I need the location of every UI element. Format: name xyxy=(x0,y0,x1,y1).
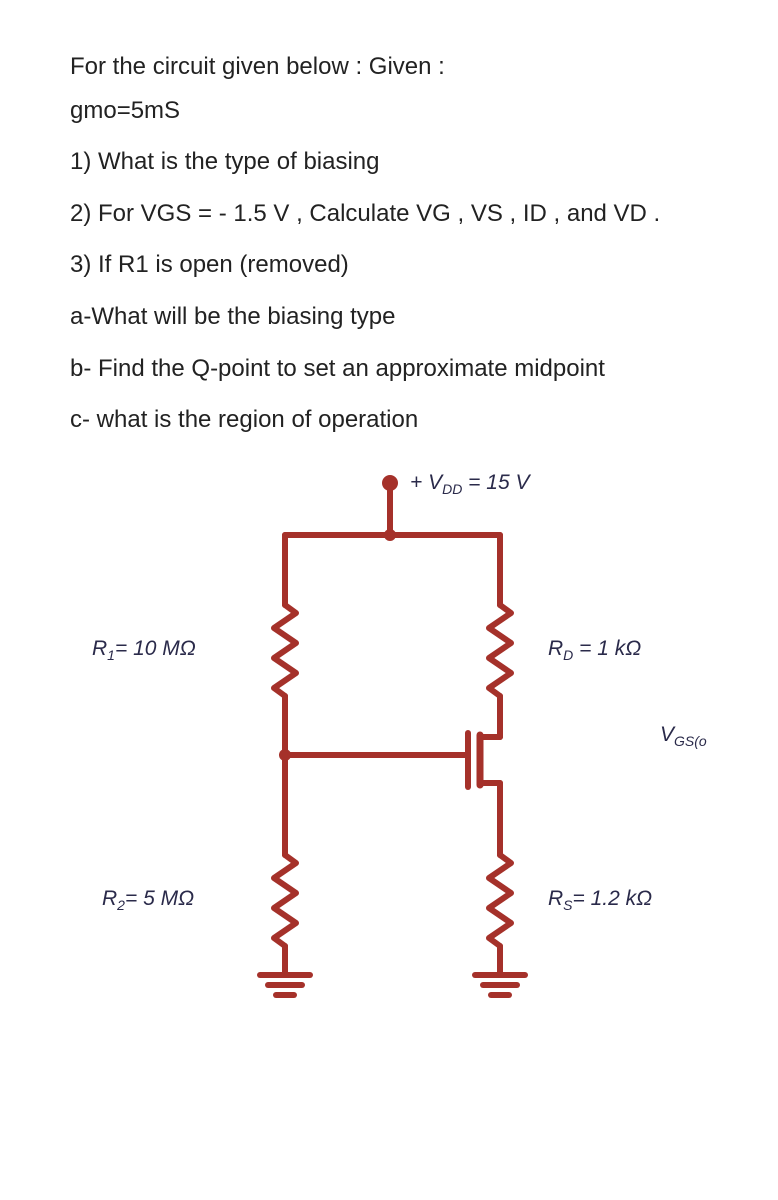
question-2: 2) For VGS = - 1.5 V , Calculate VG , VS… xyxy=(70,197,708,231)
circuit-diagram: + VDD = 15 V R1= 10 MΩ R2= 5 MΩ RD = 1 k… xyxy=(0,455,778,1015)
question-3b: b- Find the Q-point to set an approximat… xyxy=(70,352,708,386)
intro-line-1: For the circuit given below : Given : xyxy=(70,50,708,84)
intro-line-2: gmo=5mS xyxy=(70,94,708,128)
question-3: 3) If R1 is open (removed) xyxy=(70,248,708,282)
vdd-label: + VDD = 15 V xyxy=(410,471,529,497)
r1-label: R1= 10 MΩ xyxy=(92,637,196,663)
question-1: 1) What is the type of biasing xyxy=(70,145,708,179)
question-3a: a-What will be the biasing type xyxy=(70,300,708,334)
rs-label: RS= 1.2 kΩ xyxy=(548,887,652,913)
question-3c: c- what is the region of operation xyxy=(70,403,708,437)
vgs-label: VGS(o xyxy=(660,723,707,749)
r2-label: R2= 5 MΩ xyxy=(102,887,194,913)
rd-label: RD = 1 kΩ xyxy=(548,637,641,663)
problem-text-block: For the circuit given below : Given : gm… xyxy=(0,0,778,437)
